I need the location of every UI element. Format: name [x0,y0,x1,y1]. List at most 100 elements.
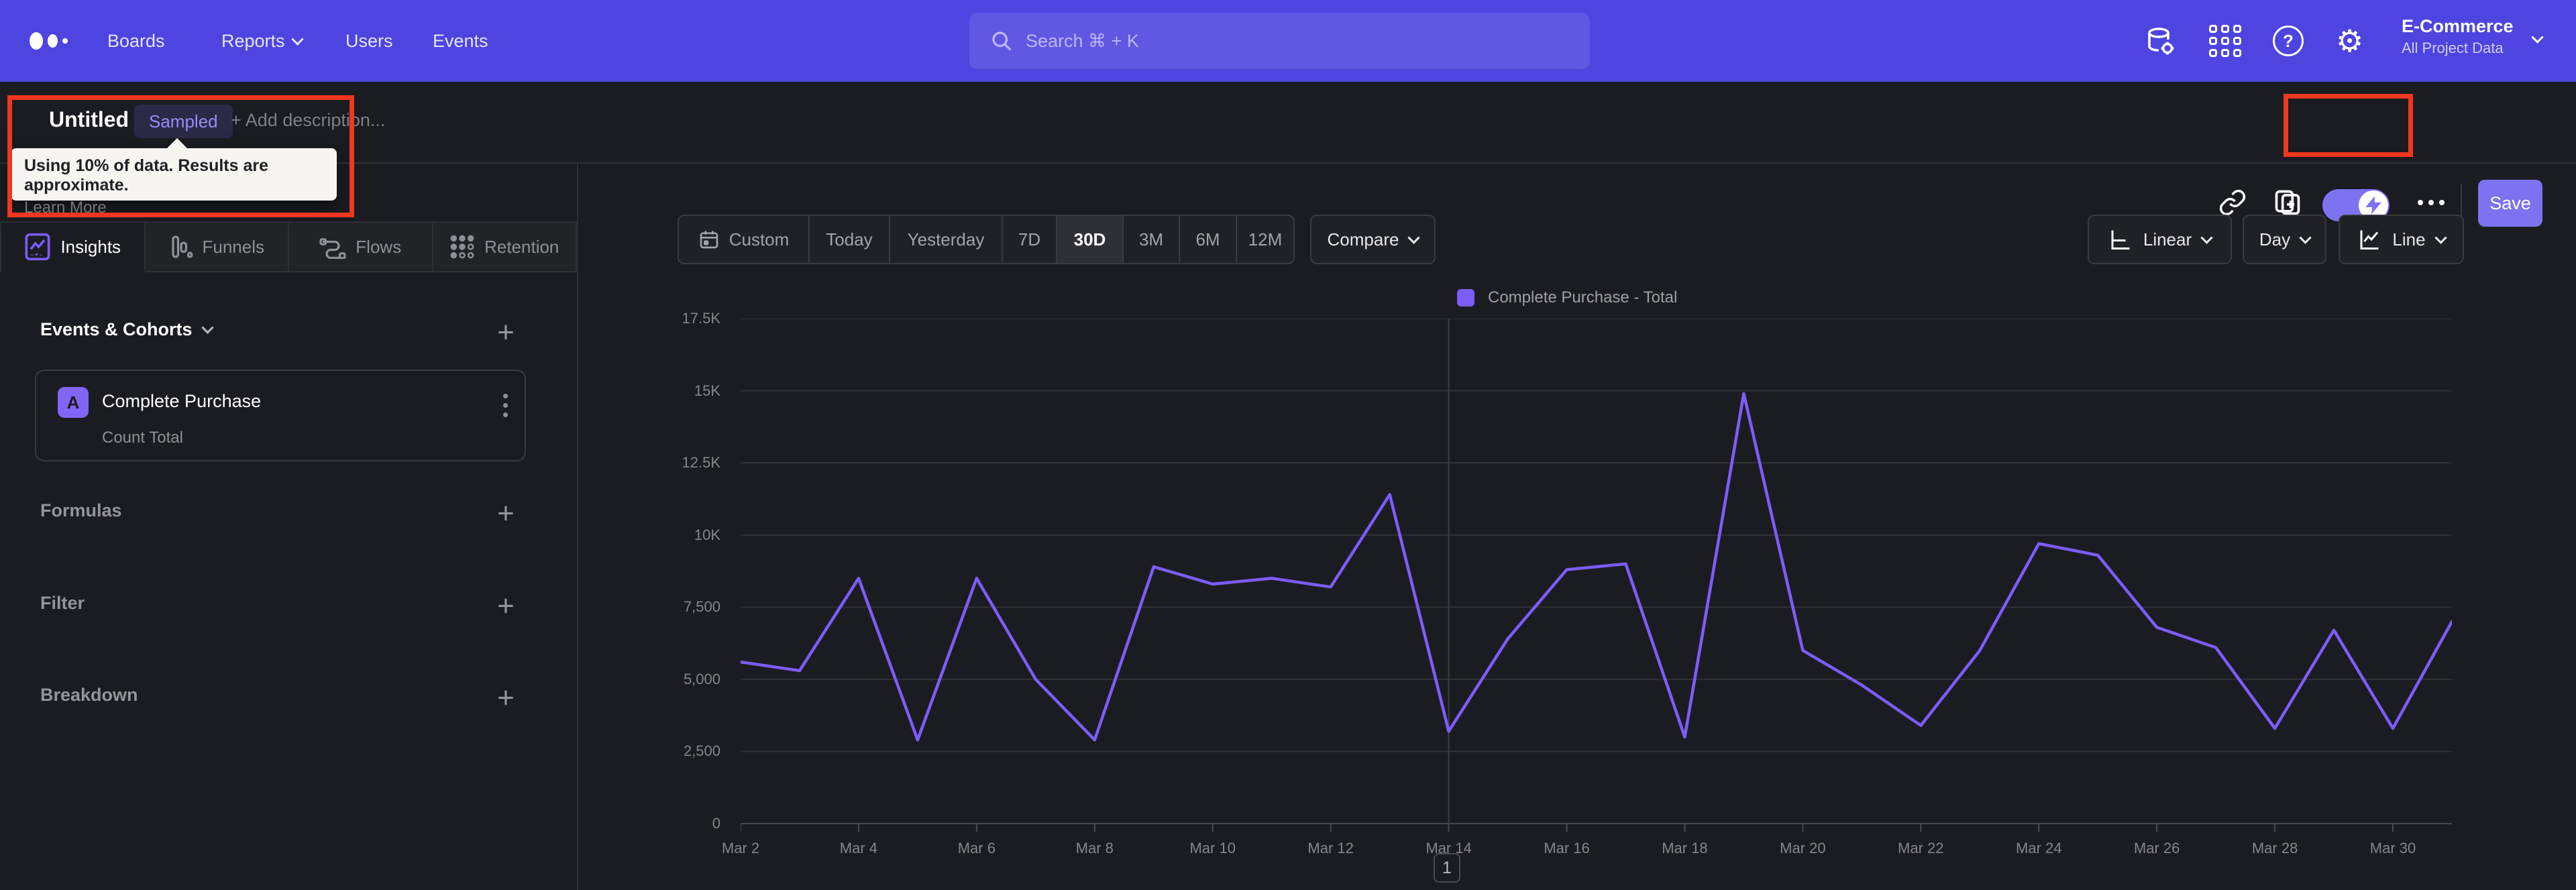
x-axis-label: Mar 30 [2369,840,2416,856]
nav-item-events[interactable]: Events [433,0,488,82]
chevron-down-icon [290,32,304,46]
filter-section-label: Filter [40,593,85,613]
project-name: E-Commerce [2402,16,2514,36]
line-chart-icon [2360,230,2379,249]
report-title[interactable]: Untitled [49,107,129,132]
time-range-7d[interactable]: 7D [1003,216,1057,263]
legend-swatch [1457,289,1474,307]
y-axis-label: 15K [694,382,720,399]
time-range-today[interactable]: Today [810,216,890,263]
formulas-section-label: Formulas [40,500,122,520]
x-axis-label: Mar 18 [1662,840,1708,856]
x-axis-label: Mar 2 [721,840,760,856]
y-axis-label: 0 [712,815,720,832]
calendar-icon [700,231,718,249]
add-event-button[interactable]: + [488,315,523,350]
legend-label: Complete Purchase - Total [1488,288,1678,307]
lightning-bolt-icon [2365,196,2381,215]
chevron-down-icon [201,321,214,334]
chart-type-selector-button[interactable]: Line [2339,215,2464,264]
retention-icon [450,235,474,259]
y-axis-label: 12.5K [682,454,721,471]
add-breakdown-button[interactable]: + [488,681,523,716]
data-management-icon[interactable] [2144,0,2176,82]
x-axis-label: Mar 26 [2133,840,2180,856]
compare-button[interactable]: Compare [1310,215,1436,264]
nav-item-reports[interactable]: Reports [221,0,304,82]
chevron-down-icon [1407,231,1421,244]
event-options-kebab-icon[interactable] [499,390,512,421]
tab-funnels[interactable]: Funnels [145,221,289,272]
add-description-button[interactable]: + Add description... [231,110,385,131]
y-axis-label: 7,500 [683,598,720,616]
query-builder-sidebar: Insights Funnels Flows Retention Events … [0,164,578,890]
x-axis-label: Mar 8 [1075,840,1114,856]
pagination-page-button[interactable]: 1 [1434,853,1460,883]
apps-grid-icon[interactable] [2209,0,2241,82]
events-cohorts-header[interactable]: Events & Cohorts [40,319,214,340]
report-type-tabs: Insights Funnels Flows Retention [0,221,577,272]
search-icon [992,32,1012,51]
time-range-yesterday[interactable]: Yesterday [890,216,1003,263]
x-axis-label: Mar 6 [957,840,996,856]
y-axis-label: 2,500 [683,742,720,760]
y-axis-label: 17.5K [682,310,721,327]
time-range-custom[interactable]: Custom [679,216,810,263]
interval-selector-button[interactable]: Day [2243,215,2326,264]
x-axis-label: Mar 12 [1307,840,1354,856]
tooltip-message: Using 10% of data. Results are approxima… [24,156,269,194]
time-range-selector: Custom Today Yesterday 7D 30D 3M 6M 12M [678,215,1295,264]
x-axis-label: Mar 4 [839,840,878,856]
time-range-30d[interactable]: 30D [1057,216,1124,263]
tab-flows[interactable]: Flows [289,221,433,272]
scale-selector-button[interactable]: Linear [2088,215,2232,264]
x-axis-label: Mar 24 [2015,840,2062,856]
flows-icon [319,238,346,259]
line-chart[interactable] [741,319,2452,833]
time-range-12m[interactable]: 12M [1237,216,1293,263]
y-axis-label: 10K [694,526,720,543]
chart-legend[interactable]: Complete Purchase - Total [1457,288,1677,307]
save-button[interactable]: Save [2478,180,2542,227]
add-filter-button[interactable]: + [488,589,523,624]
tab-retention[interactable]: Retention [433,221,577,272]
nav-item-boards[interactable]: Boards [107,0,165,82]
add-formula-button[interactable]: + [488,496,523,531]
search-placeholder: Search ⌘ + K [1026,30,1139,51]
x-axis-label: Mar 10 [1189,840,1236,856]
x-axis-label: Mar 22 [1898,840,1944,856]
nav-item-users[interactable]: Users [345,0,393,82]
sampling-tooltip: Using 10% of data. Results are approxima… [11,138,337,217]
search-input[interactable]: Search ⌘ + K [969,13,1590,69]
chevron-down-icon [2200,231,2213,244]
time-range-3m[interactable]: 3M [1124,216,1180,263]
project-switcher[interactable]: E-Commerce All Project Data [2402,16,2514,57]
event-card[interactable]: A Complete Purchase Count Total [35,370,526,461]
settings-gear-icon[interactable]: ⚙ [2336,0,2363,82]
axis-scale-icon [2111,230,2130,249]
x-axis-label: Mar 16 [1544,840,1590,856]
learn-more-link[interactable]: Learn More [24,199,107,217]
x-axis-label: Mar 20 [1780,840,1826,856]
project-subtitle: All Project Data [2402,40,2504,56]
project-chevron-icon[interactable] [2531,31,2544,44]
time-range-6m[interactable]: 6M [1180,216,1237,263]
chevron-down-icon [2299,231,2312,244]
sampled-badge[interactable]: Sampled [134,105,233,138]
event-aggregation[interactable]: Count Total [102,429,183,447]
funnels-icon [171,235,193,258]
breakdown-section-label: Breakdown [40,685,138,705]
y-axis-label: 5,000 [683,670,720,687]
chevron-down-icon [2434,231,2447,244]
series-line[interactable] [741,392,2452,742]
tooltip-arrow [166,138,188,149]
tab-insights[interactable]: Insights [0,221,146,272]
mixpanel-logo-icon[interactable] [30,32,68,50]
series-letter-badge: A [58,387,89,418]
event-name: Complete Purchase [102,391,262,411]
top-nav-bar: Boards Reports Users Events Search ⌘ + K… [0,0,2576,82]
report-toolbar: Untitled Sampled + Add description... Sa… [0,82,2576,227]
x-axis-label: Mar 28 [2251,840,2298,856]
insights-icon [25,233,50,261]
help-icon[interactable]: ? [2273,0,2304,82]
